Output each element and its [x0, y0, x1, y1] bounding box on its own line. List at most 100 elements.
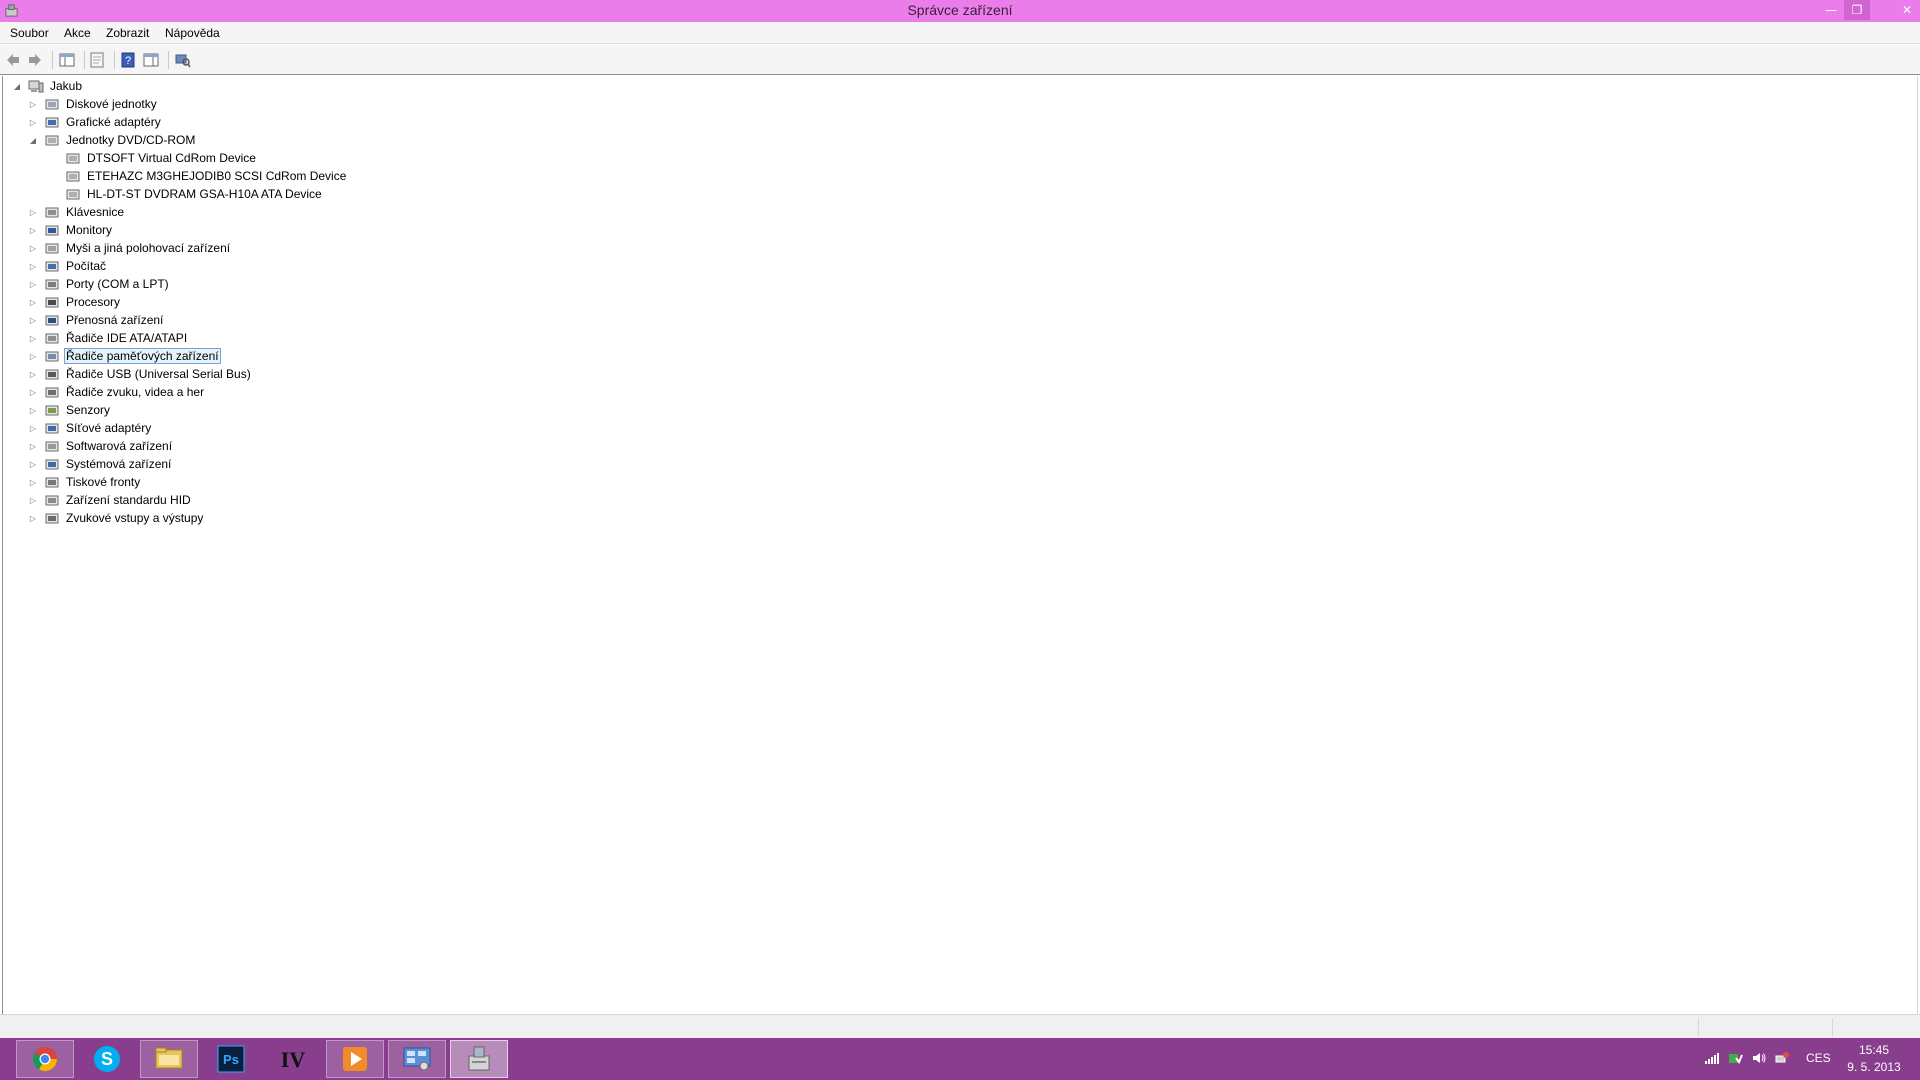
tree-category-item[interactable]: ▷ Monitory: [28, 221, 114, 239]
system-device-icon: [45, 459, 59, 470]
show-hide-tree-icon[interactable]: [58, 51, 76, 69]
tree-category-item[interactable]: ▷ Zařízení standardu HID: [28, 491, 193, 509]
restore-button[interactable]: ❐: [1844, 0, 1870, 20]
tree-item-label: Tiskové fronty: [66, 475, 141, 489]
minimize-button[interactable]: —: [1818, 0, 1844, 20]
tree-item-label: Řadiče zvuku, videa a her: [66, 385, 205, 399]
expand-arrow-icon[interactable]: ▷: [28, 423, 38, 433]
clock[interactable]: 15:45 9. 5. 2013: [1840, 1042, 1908, 1076]
expand-arrow-icon[interactable]: ▷: [28, 99, 38, 109]
tree-category-item[interactable]: ▷ Řadiče USB (Universal Serial Bus): [28, 365, 253, 383]
taskbar-control-panel-button[interactable]: [388, 1040, 446, 1078]
network-adapter-icon: [45, 423, 59, 434]
photoshop-icon: Ps: [217, 1045, 245, 1073]
expand-arrow-icon[interactable]: ▷: [28, 351, 38, 361]
tree-device-item[interactable]: ETEHAZC M3GHEJODIB0 SCSI CdRom Device: [47, 167, 348, 185]
expand-arrow-icon[interactable]: ▷: [28, 225, 38, 235]
expand-arrow-icon[interactable]: ▷: [28, 207, 38, 217]
tree-category-item[interactable]: ▷ Řadiče paměťových zařízení: [28, 347, 221, 365]
irfanview-icon: IV: [281, 1047, 306, 1072]
taskbar-chrome-button[interactable]: [16, 1040, 74, 1078]
expand-arrow-icon[interactable]: ▷: [28, 243, 38, 253]
printer-icon: [45, 477, 59, 488]
expand-arrow-icon[interactable]: ▷: [28, 495, 38, 505]
tree-category-item[interactable]: ▷ Řadiče IDE ATA/ATAPI: [28, 329, 189, 347]
taskbar-device-manager-button[interactable]: [450, 1040, 508, 1078]
tree-category-item[interactable]: ◢ Jednotky DVD/CD-ROM: [28, 131, 197, 149]
tree-item-label: Senzory: [66, 403, 111, 417]
tree-category-item[interactable]: ▷ Přenosná zařízení: [28, 311, 165, 329]
tree-category-item[interactable]: ▷ Myši a jiná polohovací zařízení: [28, 239, 232, 257]
help-icon[interactable]: ?: [119, 51, 137, 69]
taskbar-irfanview-button[interactable]: IV: [264, 1040, 322, 1078]
processor-icon: [45, 297, 59, 308]
clock-time: 15:45: [1858, 1043, 1890, 1057]
expand-arrow-icon[interactable]: ▷: [28, 333, 38, 343]
device-manager-icon: [468, 1046, 490, 1071]
tree-item-label: Porty (COM a LPT): [66, 277, 169, 291]
expand-arrow-icon[interactable]: ▷: [28, 117, 38, 127]
taskbar-media-player-button[interactable]: [326, 1040, 384, 1078]
network-icon[interactable]: [1774, 1050, 1790, 1066]
tree-item-label: Řadiče USB (Universal Serial Bus): [66, 367, 251, 381]
tree-item-label: Řadiče paměťových zařízení: [64, 348, 221, 364]
hid-icon: [45, 495, 59, 506]
keyboard-icon: [45, 207, 59, 218]
expand-arrow-icon[interactable]: ▷: [28, 279, 38, 289]
tree-item-label: Počítač: [66, 259, 107, 273]
computer-icon: [28, 80, 44, 93]
expand-arrow-icon[interactable]: ▷: [28, 261, 38, 271]
tree-category-item[interactable]: ▷ Porty (COM a LPT): [28, 275, 171, 293]
forward-arrow-icon[interactable]: [26, 51, 44, 69]
status-pane: [1698, 1018, 1832, 1036]
tree-category-item[interactable]: ▷ Procesory: [28, 293, 122, 311]
language-indicator[interactable]: CES: [1806, 1051, 1831, 1065]
tree-category-item[interactable]: ▷ Senzory: [28, 401, 112, 419]
menu-napoveda[interactable]: Nápověda: [165, 26, 220, 40]
dvd-drive-icon: [66, 171, 80, 182]
tree-category-item[interactable]: ▷ Počítač: [28, 257, 108, 275]
back-arrow-icon[interactable]: [4, 51, 22, 69]
tree-category-item[interactable]: ▷ Klávesnice: [28, 203, 126, 221]
tree-category-item[interactable]: ▷ Zvukové vstupy a výstupy: [28, 509, 205, 527]
computer-icon: [45, 261, 59, 272]
tree-category-item[interactable]: ▷ Síťové adaptéry: [28, 419, 153, 437]
menu-soubor[interactable]: Soubor: [10, 26, 49, 40]
action-pane-icon[interactable]: [142, 51, 160, 69]
tree-device-item[interactable]: DTSOFT Virtual CdRom Device: [47, 149, 258, 167]
expand-arrow-icon[interactable]: ▷: [28, 297, 38, 307]
tree-category-item[interactable]: ▷ Systémová zařízení: [28, 455, 173, 473]
taskbar-photoshop-button[interactable]: Ps: [202, 1040, 260, 1078]
volume-icon[interactable]: [1751, 1050, 1767, 1066]
security-icon[interactable]: [1727, 1050, 1743, 1066]
scan-hardware-icon[interactable]: [174, 51, 192, 69]
expand-arrow-icon[interactable]: ▷: [28, 315, 38, 325]
expand-arrow-icon[interactable]: ▷: [28, 369, 38, 379]
toolbar-separator: [84, 51, 85, 69]
collapse-arrow-icon[interactable]: ◢: [12, 81, 22, 91]
menu-zobrazit[interactable]: Zobrazit: [106, 26, 149, 40]
close-button[interactable]: ✕: [1894, 0, 1920, 20]
expand-arrow-icon[interactable]: ▷: [28, 387, 38, 397]
collapse-arrow-icon[interactable]: ◢: [28, 135, 38, 145]
expand-arrow-icon[interactable]: ▷: [28, 513, 38, 523]
properties-icon[interactable]: [88, 51, 106, 69]
taskbar-skype-button[interactable]: S: [78, 1040, 136, 1078]
tree-item-label: Přenosná zařízení: [66, 313, 164, 327]
expand-arrow-icon[interactable]: ▷: [28, 441, 38, 451]
tree-category-item[interactable]: ▷ Grafické adaptéry: [28, 113, 163, 131]
menu-akce[interactable]: Akce: [64, 26, 91, 40]
tree-category-item[interactable]: ▷ Tiskové fronty: [28, 473, 142, 491]
expand-arrow-icon[interactable]: ▷: [28, 459, 38, 469]
svg-text:S: S: [101, 1049, 113, 1069]
expand-arrow-icon[interactable]: ▷: [28, 477, 38, 487]
tree-category-item[interactable]: ▷ Softwarová zařízení: [28, 437, 174, 455]
expand-arrow-icon[interactable]: ▷: [28, 405, 38, 415]
tree-device-item[interactable]: HL-DT-ST DVDRAM GSA-H10A ATA Device: [47, 185, 324, 203]
taskbar-explorer-button[interactable]: [140, 1040, 198, 1078]
tree-root-node[interactable]: ◢ Jakub: [12, 77, 84, 95]
tree-item-label: Klávesnice: [66, 205, 125, 219]
tree-category-item[interactable]: ▷ Řadiče zvuku, videa a her: [28, 383, 206, 401]
signal-icon[interactable]: [1704, 1050, 1720, 1066]
tree-category-item[interactable]: ▷ Diskové jednotky: [28, 95, 159, 113]
